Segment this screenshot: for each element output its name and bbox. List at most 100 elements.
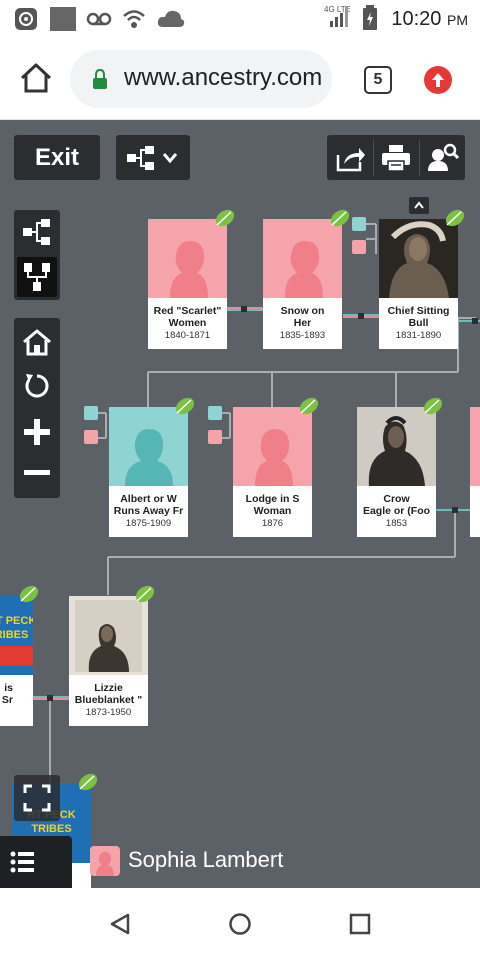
sibling-female-icon[interactable] xyxy=(352,240,366,254)
person-dates: 1876 xyxy=(261,518,284,529)
person-name-line1: is xyxy=(4,682,13,694)
leaf-hint-icon[interactable] xyxy=(18,584,40,604)
leaf-hint-icon[interactable] xyxy=(329,208,351,228)
sibling-male-icon[interactable] xyxy=(208,406,222,420)
battery-icon xyxy=(363,5,377,30)
leaf-hint-icon[interactable] xyxy=(77,772,99,792)
family-tree-canvas[interactable]: Exit Red "Scarlet" Women 1840-1871 Snow … xyxy=(0,120,480,888)
sibling-male-icon[interactable] xyxy=(84,406,98,420)
person-dates: 1835-1893 xyxy=(279,330,326,341)
reset-icon[interactable] xyxy=(23,372,51,400)
person-name-line1: Albert or W xyxy=(120,493,177,505)
signal-icon: 4G LTE xyxy=(324,5,350,27)
recents-icon[interactable] xyxy=(348,912,372,936)
person-card[interactable]: Red "Scarlet" Women 1840-1871 xyxy=(148,219,227,349)
home-icon[interactable] xyxy=(18,60,54,96)
person-card[interactable]: Lodge in S Woman 1876 xyxy=(233,407,312,537)
app-icon xyxy=(15,8,37,30)
portrait-photo xyxy=(69,596,148,675)
person-name: Crow Eagle or (Foo xyxy=(357,493,436,517)
person-name-line2: Her xyxy=(293,317,312,329)
person-card[interactable]: Chief Sitting Bull 1831-1890 xyxy=(379,219,458,349)
person-name-line1: Crow xyxy=(383,493,410,505)
lock-icon xyxy=(93,69,107,89)
clock-time: 10:20 xyxy=(391,8,442,30)
leaf-hint-icon[interactable] xyxy=(298,396,320,416)
person-name-line2: rt Sr xyxy=(0,694,13,706)
person-name: Red "Scarlet" Women xyxy=(148,305,227,329)
chevron-up-icon xyxy=(414,201,424,209)
clock: 10:20 PM xyxy=(391,8,468,31)
wifi-icon xyxy=(123,10,145,28)
leaf-hint-icon[interactable] xyxy=(174,396,196,416)
leaf-hint-icon[interactable] xyxy=(214,208,236,228)
leaf-hint-icon[interactable] xyxy=(134,584,156,604)
address-bar[interactable]: www.ancestry.com xyxy=(70,50,332,108)
print-icon[interactable] xyxy=(381,144,411,172)
person-name-line1: Red "Scarlet" xyxy=(153,305,222,317)
portrait-photo xyxy=(379,219,458,298)
person-name: Chief Sitting Bull xyxy=(379,305,458,329)
tabs-button[interactable]: 5 xyxy=(364,66,392,94)
zoom-out-icon[interactable] xyxy=(22,468,52,478)
person-name-line2: Eagle or (Foo xyxy=(362,505,431,517)
person-dates: 1840-1871 xyxy=(164,330,211,341)
portrait-photo xyxy=(357,407,436,486)
poster-photo: RT PECK TRIBES xyxy=(0,596,33,675)
person-card[interactable]: Albert or W Runs Away Fr 1875-1909 xyxy=(109,407,188,537)
leaf-hint-icon[interactable] xyxy=(422,396,444,416)
female-silhouette-icon xyxy=(263,219,342,298)
female-silhouette-icon xyxy=(233,407,312,486)
person-dates: 8 xyxy=(0,707,33,718)
share-icon[interactable] xyxy=(335,143,365,173)
update-button[interactable] xyxy=(424,66,452,94)
browser-toolbar: www.ancestry.com 5 xyxy=(0,38,480,120)
person-name-line2: Runs Away Fr xyxy=(113,505,184,517)
back-icon[interactable] xyxy=(108,912,132,936)
person-card[interactable]: Snow on Her 1835-1893 xyxy=(263,219,342,349)
zoom-controls xyxy=(14,318,60,498)
tool-group xyxy=(327,135,465,180)
url-text: www.ancestry.com xyxy=(124,64,323,91)
poster-line2: TRIBES xyxy=(0,629,29,641)
zoom-in-icon[interactable] xyxy=(22,417,52,447)
view-switcher-button[interactable] xyxy=(116,135,190,180)
person-name-line2: Woman xyxy=(253,505,292,517)
leaf-hint-icon[interactable] xyxy=(444,208,466,228)
poster-stripe xyxy=(0,646,33,666)
list-menu-icon xyxy=(10,851,34,873)
sibling-male-icon[interactable] xyxy=(352,217,366,231)
layout-toggle xyxy=(14,210,60,300)
person-name: Lodge in S Woman xyxy=(233,493,312,517)
system-nav-bar xyxy=(0,888,480,960)
home-circle-icon[interactable] xyxy=(228,912,252,936)
sibling-female-icon[interactable] xyxy=(208,430,222,444)
person-name: Albert or W Runs Away Fr xyxy=(109,493,188,517)
current-user-bar[interactable]: Sophia Lambert xyxy=(82,836,480,888)
person-name-line1: Chief Sitting xyxy=(387,305,450,317)
horizontal-tree-icon[interactable] xyxy=(22,218,52,246)
person-name-line1: Lodge in S xyxy=(245,493,300,505)
person-name-line2: Bull xyxy=(408,317,429,329)
person-card[interactable]: Crow Eagle or (Foo 1853 xyxy=(357,407,436,537)
menu-button[interactable] xyxy=(0,836,72,888)
sibling-female-icon[interactable] xyxy=(84,430,98,444)
vertical-tree-icon[interactable] xyxy=(23,262,51,292)
fullscreen-button[interactable] xyxy=(14,775,60,821)
search-person-icon[interactable] xyxy=(427,143,459,173)
update-icon xyxy=(432,73,444,87)
tree-view-icon xyxy=(127,146,154,170)
collapse-button[interactable] xyxy=(409,197,429,214)
exit-button[interactable]: Exit xyxy=(14,135,100,180)
tool-divider xyxy=(373,139,374,176)
user-name: Sophia Lambert xyxy=(128,847,284,872)
female-silhouette-icon xyxy=(148,219,227,298)
home-icon[interactable] xyxy=(22,328,52,356)
person-dates: 1873-1950 xyxy=(85,707,132,718)
image-icon xyxy=(50,7,76,31)
user-avatar-icon xyxy=(90,846,120,876)
person-card[interactable]: Lizzie Blueblanket " 1873-1950 xyxy=(69,596,148,726)
person-card-partial[interactable]: RT PECK TRIBES isrt Sr 8 xyxy=(0,596,33,726)
person-name-line2: Blueblanket " xyxy=(74,694,143,706)
person-card-partial[interactable] xyxy=(470,407,480,537)
